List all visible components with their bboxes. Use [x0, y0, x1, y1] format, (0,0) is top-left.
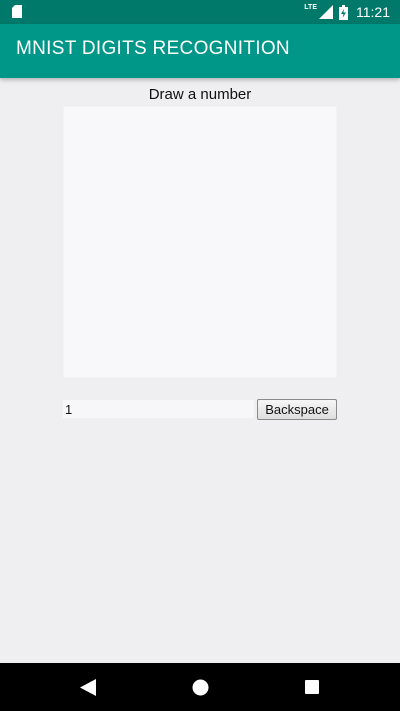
back-button[interactable] — [58, 663, 118, 711]
clock: 11:21 — [356, 4, 390, 20]
network-type-label: LTE — [304, 3, 317, 11]
draw-prompt: Draw a number — [148, 86, 252, 103]
recents-icon — [305, 680, 319, 694]
drawing-canvas[interactable] — [63, 106, 337, 378]
screen: LTE 11:21 MNIST DIGITS RECOGNITION Draw … — [0, 0, 400, 711]
sd-card-icon — [12, 5, 22, 18]
home-icon — [192, 679, 208, 695]
recognized-digits-input[interactable] — [63, 400, 254, 418]
signal-icon — [319, 5, 333, 19]
app-title: MNIST DIGITS RECOGNITION — [16, 38, 290, 59]
home-button[interactable] — [170, 663, 230, 711]
status-icons: LTE 11:21 — [304, 0, 390, 24]
app-bar: MNIST DIGITS RECOGNITION — [0, 24, 400, 78]
status-bar: LTE 11:21 — [0, 0, 400, 24]
battery-charging-icon — [339, 4, 348, 20]
backspace-button[interactable]: Backspace — [257, 399, 337, 420]
back-icon — [80, 678, 96, 696]
recents-button[interactable] — [282, 663, 342, 711]
navigation-bar — [0, 663, 400, 711]
